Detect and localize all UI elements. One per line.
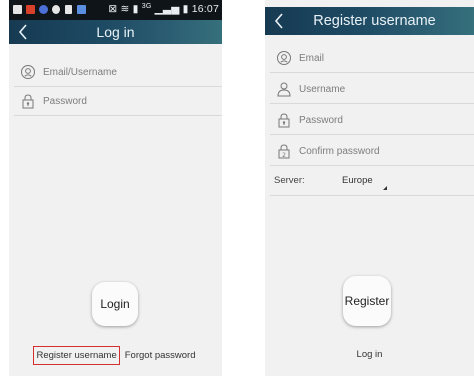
server-selected-value: Europe — [342, 175, 373, 186]
wifi-icon: ≋ — [120, 3, 130, 15]
dropdown-triangle-icon — [382, 186, 387, 190]
password-row — [270, 106, 474, 135]
signal-icon: ▁▃▅ — [154, 3, 180, 15]
username-row — [270, 75, 474, 104]
register-bottom-links: Log in — [265, 346, 474, 363]
forgot-password-link[interactable]: Forgot password — [123, 347, 198, 364]
log-in-link[interactable]: Log in — [355, 346, 385, 363]
battery-icon: ▮ — [182, 3, 189, 15]
network-type: 3G — [141, 3, 152, 10]
email-username-input[interactable] — [43, 66, 193, 78]
gallery-icon — [77, 5, 86, 14]
status-bar: ⊠ ≋ ▮ 3G ▁▃▅ ▮ 16:07 — [9, 0, 222, 20]
password-input[interactable] — [299, 114, 449, 126]
svg-text:2: 2 — [282, 152, 286, 159]
confirm-password-row: 2 — [270, 137, 474, 166]
email-row — [270, 44, 474, 73]
lock-icon — [276, 112, 292, 128]
status-right: ⊠ ≋ ▮ 3G ▁▃▅ ▮ 16:07 — [108, 3, 219, 15]
email-input[interactable] — [299, 52, 449, 64]
at-sign-icon — [276, 50, 292, 66]
message-icon — [39, 5, 48, 14]
notification-icon — [13, 5, 22, 14]
header-bar: Log in — [9, 20, 222, 44]
sync-icon — [52, 5, 60, 14]
page-title: Log in — [96, 24, 135, 40]
register-screen: Register username 2 — [265, 0, 474, 376]
login-bottom-links: Register username Forgot password — [9, 346, 222, 365]
lock-icon — [20, 93, 36, 109]
download-icon — [65, 5, 72, 14]
server-row: Server: Europe — [270, 166, 474, 196]
login-button[interactable]: Login — [92, 282, 138, 326]
server-select[interactable]: Europe — [342, 175, 387, 190]
at-sign-icon — [20, 64, 36, 80]
register-username-link[interactable]: Register username — [33, 346, 120, 365]
password-row — [14, 87, 222, 116]
mute-icon: ⊠ — [108, 3, 118, 15]
header-bar: Register username — [265, 7, 474, 35]
login-screen: ⊠ ≋ ▮ 3G ▁▃▅ ▮ 16:07 Log in Email/Userna… — [9, 0, 222, 376]
register-button[interactable]: Register — [343, 276, 391, 326]
sim-icon: ▮ — [132, 3, 139, 15]
page-title: Register username — [313, 13, 436, 29]
clock: 16:07 — [191, 3, 219, 15]
email-username-row — [14, 58, 222, 87]
person-icon — [276, 81, 292, 97]
confirm-password-input[interactable] — [299, 145, 449, 157]
lock-2-icon: 2 — [276, 143, 292, 159]
password-input[interactable] — [43, 95, 193, 107]
server-label: Server: — [274, 175, 305, 186]
app-notification-icon — [26, 5, 35, 14]
username-input[interactable] — [299, 83, 449, 95]
